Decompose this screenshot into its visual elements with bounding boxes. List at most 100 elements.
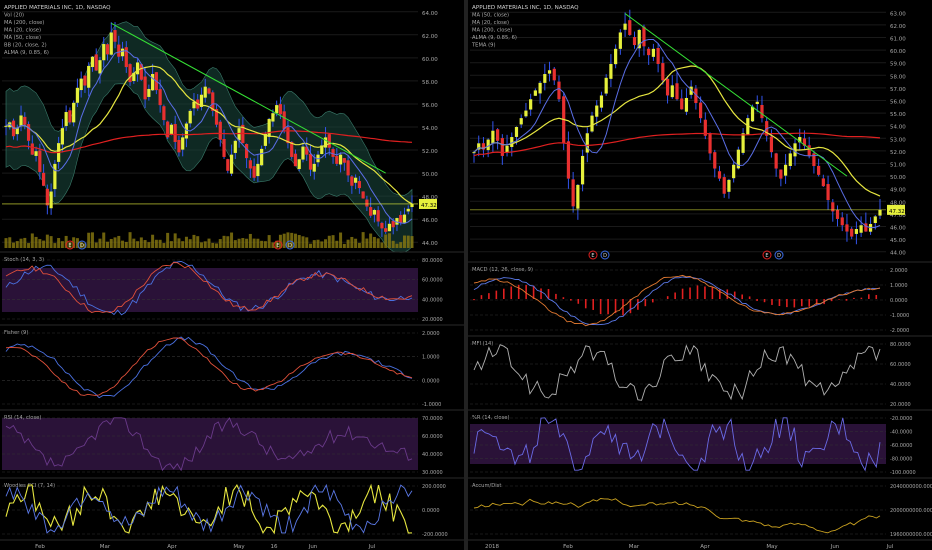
volume-bar [237,238,241,248]
candle-body [529,99,533,110]
candle-body [128,64,132,83]
candle-body [23,116,27,125]
candle-body [599,95,604,108]
volume-bar [267,235,271,248]
candle-body [75,87,80,103]
y-tick-label: 60.00 [422,57,438,63]
pane-tick-label: 2000000000.0000 [890,508,932,514]
pane-tick-label: 1.0000 [890,283,908,289]
candle-body [113,30,117,42]
x-tick-label: Apr [167,544,177,550]
candle-body [769,136,774,153]
volume-bar [143,240,147,248]
volume-bar [203,241,207,248]
volume-bar [215,243,219,248]
pane-tick-label: 0.0000 [422,378,440,384]
y-tick-label: 49.00 [890,188,906,194]
candle-body [372,209,377,215]
candle-body [651,48,655,57]
volume-bar [30,233,34,248]
pane-tick-label: 60.0000 [422,434,443,440]
volume-bar [34,236,38,248]
panel-divider [464,0,468,550]
y-tick-label: 52.00 [422,149,438,155]
candle-body [779,169,783,179]
event-label: D [603,253,607,259]
candle-body [533,90,537,96]
pane-band [470,424,886,464]
x-tick-label: May [233,544,245,550]
pane-tick-label: 80.0000 [422,258,443,264]
candle-body [632,37,637,46]
candle-body [177,139,181,153]
volume-bar [94,242,98,248]
price-tag-label: 47.32 [889,209,905,215]
volume-bar [365,238,369,248]
volume-bar [53,243,57,248]
candle-body [864,223,868,232]
candle-body [500,138,504,156]
volume-bar [241,238,245,248]
pane-tick-label: -2.0000 [890,328,909,334]
pane-tick-label: 20.0000 [422,317,443,323]
candle-body [514,126,519,137]
y-tick-label: 54.00 [890,125,906,131]
volume-bar [154,239,158,248]
right-panel-bg [468,0,932,550]
candle-body [580,155,585,185]
pane-tick-label: 70.0000 [422,416,443,422]
legend-item: MA (50, close) [4,35,41,41]
x-tick-label: Jun [830,544,840,550]
candle-body [402,214,407,223]
volume-bar [45,234,49,248]
candle-body [327,134,331,148]
volume-bar [109,238,113,248]
candle-body [34,151,38,156]
candle-body [244,143,249,159]
candle-body [699,102,703,119]
volume-bar [402,235,406,248]
pane-tick-label: 0.0000 [890,298,908,304]
candle-body [346,160,350,176]
candle-body [821,178,825,187]
candle-body [308,153,313,170]
x-tick-label: Feb [35,544,45,550]
candle-body [169,124,174,135]
event-label: D [777,253,781,259]
x-tick-label: 2018 [485,544,499,550]
pane-tick-label: 30.0000 [422,470,443,476]
candle-body [642,26,646,47]
x-tick-label: Mar [629,544,640,550]
event-label: E [591,253,594,259]
event-label: D [288,243,292,249]
y-tick-label: 45.00 [890,238,906,244]
pane-tick-label: 2040000000.0000 [890,484,932,490]
legend-item: ALMA (9, 0.85, 6) [4,50,49,56]
volume-bar [139,237,143,248]
candle-body [552,68,556,81]
pane-tick-label: 40.0000 [422,297,443,303]
x-tick-label: Jun [308,544,318,550]
candle-body [147,88,151,97]
candle-body [665,78,670,96]
legend-item: APPLIED MATERIALS INC, 1D, NASDAQ [472,5,579,11]
candle-body [98,60,102,74]
volume-bar [297,235,301,248]
volume-bar [188,239,192,248]
candle-body [783,164,788,176]
candle-body [835,209,840,219]
candle-body [760,104,764,119]
candle-body [585,133,589,153]
candle-body [181,137,185,150]
volume-bar [342,243,346,248]
candle-body [233,140,237,153]
candle-body [68,110,72,123]
volume-bar [252,238,256,248]
candle-body [256,163,260,177]
volume-bar [395,243,399,248]
candle-body [49,191,53,209]
volume-bar [305,237,309,248]
candle-body [557,81,561,100]
candle-body [684,97,689,112]
pane-band [2,268,418,312]
